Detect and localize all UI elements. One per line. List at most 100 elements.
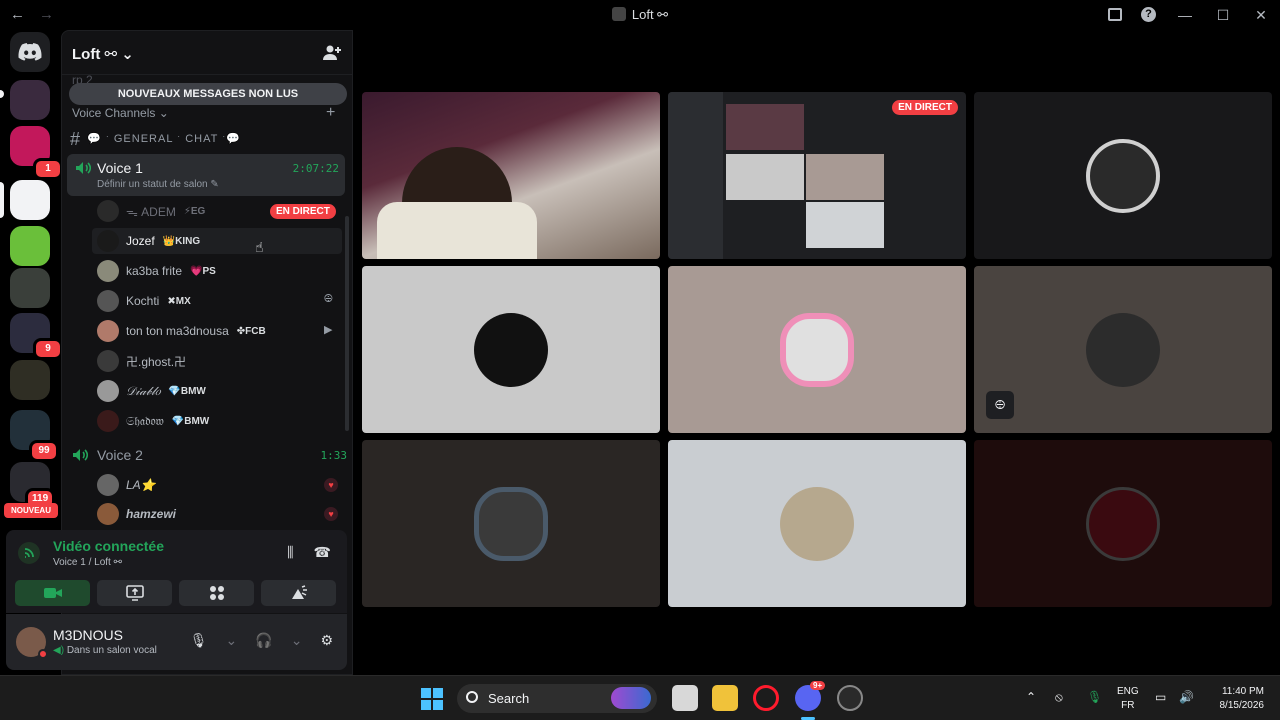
- video-tile-user[interactable]: [362, 266, 660, 433]
- shared-tile: [806, 202, 884, 248]
- server-icon-4[interactable]: [10, 226, 50, 266]
- channel-scrollbar[interactable]: [345, 216, 349, 431]
- speaker-icon: [76, 162, 91, 174]
- avatar: [97, 320, 119, 342]
- chevron-down-icon[interactable]: ⌄: [226, 632, 238, 649]
- camera-button[interactable]: [15, 580, 90, 606]
- maximize-button[interactable]: ☐: [1204, 7, 1242, 24]
- voice-member[interactable]: Jozef 👑KING: [92, 228, 342, 254]
- server-icon-5[interactable]: [10, 268, 50, 308]
- voice-member[interactable]: ka3ba frite 💗PS: [97, 258, 216, 284]
- avatar: [97, 410, 119, 432]
- video-tile-user[interactable]: [668, 266, 966, 433]
- microphone-icon[interactable]: 🎙: [190, 632, 208, 649]
- video-tile-screenshare[interactable]: EN DIRECT: [668, 92, 966, 259]
- chevron-up-icon[interactable]: ⌃: [1026, 690, 1036, 704]
- display-icon[interactable]: ▭: [1155, 690, 1166, 704]
- voice-member[interactable]: ᯓ ADEM ⚡EG: [97, 198, 205, 224]
- noise-suppression-icon[interactable]: ⫼: [287, 544, 293, 561]
- set-channel-status[interactable]: Définir un statut de salon ✎: [97, 179, 219, 190]
- search-highlight-icon: [611, 687, 651, 709]
- minimize-button[interactable]: —: [1166, 7, 1204, 23]
- member-tag: ✖MX: [167, 295, 191, 307]
- server-badge: 1: [33, 158, 63, 180]
- voice-member[interactable]: ton ton ma3dnousa ✤FCB: [97, 318, 266, 344]
- inbox-icon[interactable]: [1108, 8, 1122, 21]
- windows-taskbar: Search 9+ ⌃ ⦸ 🎙 ENG FR ▭ 🔊 11:40 PM 8/15/2…: [0, 675, 1280, 720]
- hash-icon: #: [70, 129, 82, 149]
- avatar: [97, 503, 119, 525]
- app-icon[interactable]: [837, 685, 863, 711]
- connection-signal-icon[interactable]: [18, 542, 40, 564]
- member-name: ton ton ma3dnousa: [126, 324, 229, 338]
- file-explorer-icon[interactable]: [712, 685, 738, 711]
- username[interactable]: M3DNOUS: [53, 627, 123, 643]
- avatar: [97, 290, 119, 312]
- network-off-icon[interactable]: ⦸: [1055, 690, 1063, 705]
- video-tile-user[interactable]: [362, 440, 660, 607]
- chevron-down-icon: ⌄: [158, 106, 169, 120]
- server-icon-1[interactable]: [10, 80, 50, 120]
- shared-sidebar: [668, 92, 723, 259]
- member-tag: ✤FCB: [236, 325, 266, 337]
- voice-member[interactable]: 𝒟𝒾𝒶𝒷𝓁𝑜 💎BMW: [97, 378, 206, 404]
- system-clock[interactable]: 11:40 PM 8/15/2026: [1204, 685, 1265, 713]
- activities-button[interactable]: [179, 580, 254, 606]
- server-header[interactable]: Loft ⚯ ⌄: [62, 31, 352, 75]
- taskbar-search[interactable]: Search: [457, 684, 657, 713]
- disconnect-icon[interactable]: ☎: [314, 544, 331, 561]
- discord-home-icon[interactable]: [10, 32, 50, 72]
- help-icon[interactable]: ?: [1141, 7, 1156, 22]
- video-tile-user[interactable]: [974, 92, 1272, 259]
- video-tile-user[interactable]: ⨸: [974, 266, 1272, 433]
- add-channel-icon[interactable]: +: [326, 104, 335, 122]
- opera-browser-icon[interactable]: [753, 685, 779, 711]
- text-channel-general[interactable]: # 💬 ˑ GENERAL ˑ CHAT ˑ💬: [70, 129, 241, 150]
- volume-icon[interactable]: 🔊: [1179, 690, 1194, 704]
- voice-member[interactable]: hamzewi: [97, 501, 176, 527]
- nouveau-badge[interactable]: NOUVEAU: [4, 503, 58, 518]
- title-bar: ← → Loft ⚯ ? — ☐ ✕: [0, 0, 1280, 30]
- video-tile-user[interactable]: [668, 440, 966, 607]
- screen-share-button[interactable]: [97, 580, 172, 606]
- video-tile-camera[interactable]: [362, 92, 660, 259]
- category-voice-channels[interactable]: Voice Channels ⌄ +: [72, 104, 335, 121]
- voice-channel-1[interactable]: Voice 1 2:07:22 Définir un statut de sal…: [67, 154, 345, 196]
- close-button[interactable]: ✕: [1242, 7, 1280, 24]
- voice-member[interactable]: Kochti ✖MX: [97, 288, 191, 314]
- server-icon-loft[interactable]: [10, 180, 50, 220]
- voice-member[interactable]: LA⭐: [97, 472, 156, 498]
- language-indicator[interactable]: ENG FR: [1117, 685, 1139, 713]
- member-name: 𝒟𝒾𝒶𝒷𝓁𝑜: [126, 383, 161, 398]
- camera-icon: ▶: [324, 324, 333, 336]
- unread-messages-banner[interactable]: NOUVEAUX MESSAGES NON LUS: [69, 83, 347, 105]
- server-mini-icon: [611, 7, 626, 21]
- invite-people-icon[interactable]: [322, 43, 342, 63]
- clock-time: 11:40 PM: [1221, 686, 1264, 697]
- video-tile-user[interactable]: [974, 440, 1272, 607]
- chevron-down-icon[interactable]: ⌄: [291, 632, 303, 649]
- member-name: 卍.ghost.卍: [126, 354, 187, 369]
- search-icon: [466, 691, 478, 703]
- task-view-icon[interactable]: [672, 685, 698, 711]
- selected-server-pill: [0, 182, 4, 218]
- avatar: [97, 380, 119, 402]
- server-badge: 9: [33, 338, 63, 360]
- window-title: Loft ⚯: [0, 7, 1280, 23]
- windows-start-icon[interactable]: [421, 688, 443, 710]
- voice-member[interactable]: 卍.ghost.卍: [97, 348, 186, 374]
- streamer-shirt: [377, 202, 537, 259]
- user-avatar: [780, 312, 854, 387]
- connection-actions: ⫼ ☎: [287, 544, 331, 561]
- microphone-tray-icon[interactable]: 🎙: [1087, 690, 1102, 704]
- settings-gear-icon[interactable]: ⚙: [320, 632, 333, 649]
- speaker-small-icon: ◀): [53, 645, 65, 656]
- server-folder-2[interactable]: [10, 360, 50, 400]
- voice-channel-2[interactable]: Voice 2 1:33: [72, 445, 347, 465]
- avatar: [97, 230, 119, 252]
- soundboard-button[interactable]: [261, 580, 336, 606]
- headphones-icon[interactable]: 🎧: [255, 632, 272, 649]
- voice-member[interactable]: 𝔖𝔥𝔞𝔡𝔬𝔴 💎BMW: [97, 408, 209, 434]
- voice-channel-name: Voice 2: [97, 447, 143, 463]
- connection-status[interactable]: Vidéo connectée: [53, 538, 164, 554]
